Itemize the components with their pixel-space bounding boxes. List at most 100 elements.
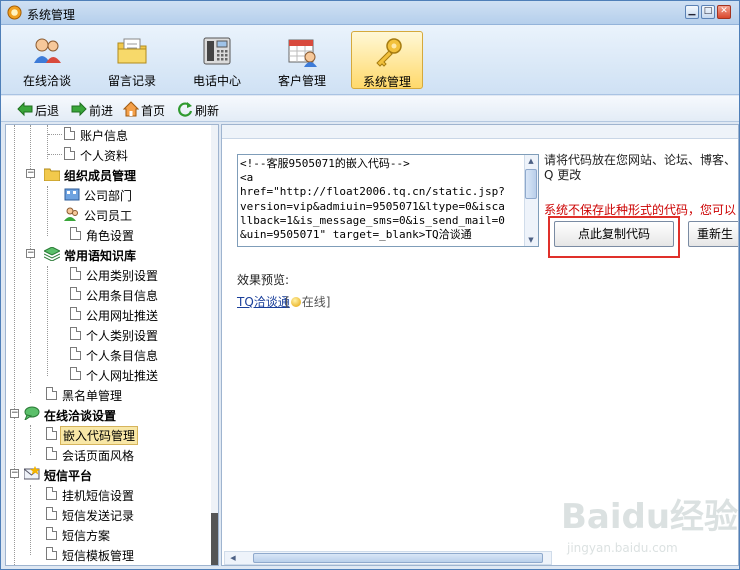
content-header-strip (222, 125, 738, 139)
home-button[interactable]: 首页 (123, 101, 171, 118)
document-icon (64, 147, 75, 160)
forward-arrow-icon (71, 101, 87, 117)
toolbar-item-messages[interactable]: 留言记录 (96, 31, 168, 89)
users-chat-icon (34, 38, 61, 63)
key-icon (376, 38, 402, 67)
tree-item-label: 账户信息 (80, 129, 129, 143)
preview-label: 效果预览: (237, 273, 290, 287)
watermark-subtext: jingyan.baidu.com (567, 541, 678, 555)
chat-bubble-icon (24, 406, 40, 420)
navigation-bar: 后退 前进 首页 刷新 (1, 96, 739, 122)
collapse-toggle-icon[interactable]: − (10, 409, 19, 418)
tree-item-label: 个人类别设置 (86, 329, 159, 343)
embed-code-text[interactable]: <!--客服9505071的嵌入代码--> <a href="http://fl… (240, 157, 524, 245)
tree-item-label: 短信方案 (62, 529, 111, 543)
tree-item-label: 嵌入代码管理 (59, 426, 139, 445)
document-icon (46, 487, 57, 500)
document-icon (70, 307, 81, 320)
employees-icon (64, 207, 78, 221)
placement-hint-text: 请将代码放在您网站、论坛、博客、Q 更改 (544, 153, 737, 182)
maximize-button[interactable]: □ (701, 5, 715, 19)
tree-guide-line (47, 186, 48, 236)
forward-label: 前进 (89, 104, 114, 118)
sms-envelope-icon (24, 466, 40, 480)
tree-group-label: 组织成员管理 (64, 169, 137, 183)
tree-group-label: 短信平台 (44, 469, 93, 483)
tree-scrollbar-thumb[interactable] (211, 513, 218, 565)
tree-item-label: 公用网址推送 (86, 309, 159, 323)
scroll-left-arrow-icon[interactable]: ◀ (227, 552, 239, 564)
regenerate-button[interactable]: 重新生 (688, 221, 738, 247)
tree-scrollbar[interactable] (211, 125, 218, 565)
collapse-toggle-icon[interactable]: − (26, 169, 35, 178)
back-label: 后退 (35, 104, 60, 118)
app-logo-icon (7, 5, 22, 20)
knowledge-base-icon (44, 247, 60, 261)
back-button[interactable]: 后退 (17, 101, 65, 118)
watermark-text: Baidu经验 (561, 497, 739, 537)
horizontal-scrollbar[interactable]: ◀ (224, 551, 552, 565)
document-icon (64, 127, 75, 140)
tree-guide-line (47, 266, 48, 376)
tree-item-label: 个人条目信息 (86, 349, 159, 363)
tree-item-label: 公用类别设置 (86, 269, 159, 283)
refresh-button[interactable]: 刷新 (177, 101, 225, 118)
toolbar-item-system-management[interactable]: 系统管理 (351, 31, 423, 89)
horizontal-scrollbar-thumb[interactable] (253, 553, 543, 563)
copy-code-button[interactable]: 点此复制代码 (554, 221, 674, 247)
document-icon (70, 347, 81, 360)
document-icon (46, 547, 57, 560)
status-bracket-close: ] (325, 295, 331, 309)
online-status-icon (290, 297, 301, 307)
tree-item-label: 会话页面风格 (62, 449, 135, 463)
customer-calendar-icon (288, 39, 317, 67)
close-button[interactable]: ✕ (717, 5, 731, 19)
document-icon (46, 427, 57, 440)
tree-connector (48, 134, 62, 135)
toolbar-label: 在线洽谈 (22, 74, 71, 88)
tree-guide-line (30, 425, 31, 455)
document-icon (46, 447, 57, 460)
tree-item-label: 公司员工 (84, 209, 133, 223)
document-icon (46, 527, 57, 540)
tree-item-label: 公用条目信息 (86, 289, 159, 303)
scroll-down-arrow-icon[interactable]: ▼ (525, 234, 537, 246)
title-bar: 系统管理 ▁ □ ✕ (1, 1, 739, 25)
toolbar-label: 留言记录 (107, 74, 156, 88)
tree-guide-line (14, 125, 15, 565)
preview-link[interactable]: TQ洽谈通 (237, 293, 290, 310)
folder-notes-icon (117, 38, 147, 64)
code-scrollbar[interactable]: ▲ ▼ (524, 155, 538, 246)
tree-item-label: 个人资料 (80, 149, 129, 163)
toolbar-label: 客户管理 (277, 74, 326, 88)
department-icon (64, 188, 80, 201)
home-label: 首页 (141, 104, 166, 118)
document-icon (70, 227, 81, 240)
toolbar-label: 系统管理 (362, 75, 411, 89)
tree-connector (48, 154, 62, 155)
window-title: 系统管理 (27, 8, 76, 22)
refresh-label: 刷新 (195, 104, 220, 118)
forward-button[interactable]: 前进 (71, 101, 119, 118)
tree-item-label: 黑名单管理 (62, 389, 123, 403)
document-icon (70, 367, 81, 380)
toolbar-item-customer-management[interactable]: 客户管理 (266, 31, 338, 89)
minimize-button[interactable]: ▁ (685, 5, 699, 19)
tree-item-label: 短信发送记录 (62, 509, 135, 523)
embed-code-textarea[interactable]: <!--客服9505071的嵌入代码--> <a href="http://fl… (237, 154, 539, 247)
tree-group-label: 常用语知识库 (64, 249, 137, 263)
collapse-toggle-icon[interactable]: − (26, 249, 35, 258)
status-bracket-open: [ (285, 295, 290, 309)
folder-icon (44, 168, 60, 181)
navigation-tree: 账户信息 个人资料 − 组织成员管理 公司部门 公司员工 角色设置 − 常用语知… (5, 124, 219, 566)
toolbar-label: 电话中心 (192, 74, 241, 88)
home-icon (123, 101, 139, 117)
refresh-icon (178, 102, 193, 117)
tree-item-label: 角色设置 (86, 229, 135, 243)
code-scrollbar-thumb[interactable] (525, 169, 537, 199)
phone-icon (203, 37, 231, 65)
toolbar-item-online-chat[interactable]: 在线洽谈 (11, 31, 83, 89)
collapse-toggle-icon[interactable]: − (10, 469, 19, 478)
toolbar-item-phone-center[interactable]: 电话中心 (181, 31, 253, 89)
scroll-up-arrow-icon[interactable]: ▲ (525, 155, 537, 167)
